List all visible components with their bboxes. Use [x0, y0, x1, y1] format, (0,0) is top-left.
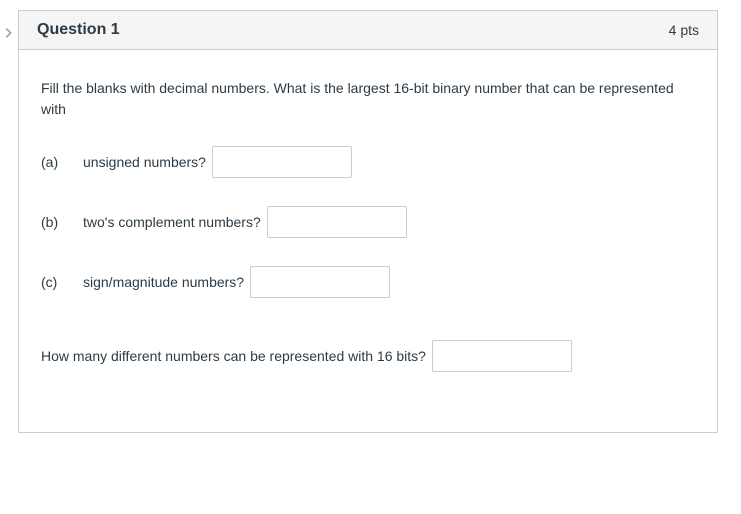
question-title: Question 1 [37, 21, 120, 39]
sub-question-a: (a) unsigned numbers? [41, 146, 695, 178]
question-points: 4 pts [669, 22, 699, 38]
question-prompt: Fill the blanks with decimal numbers. Wh… [41, 78, 695, 120]
sub-text: sign/magnitude numbers? [83, 272, 244, 293]
answer-input-b[interactable] [267, 206, 407, 238]
final-question: How many different numbers can be repres… [41, 340, 695, 372]
question-container: Question 1 4 pts Fill the blanks with de… [18, 10, 718, 433]
sub-label: (a) [41, 152, 83, 173]
answer-input-c[interactable] [250, 266, 390, 298]
sub-text: two's complement numbers? [83, 212, 261, 233]
collapse-icon[interactable] [1, 26, 15, 40]
question-body: Fill the blanks with decimal numbers. Wh… [19, 50, 717, 432]
answer-input-final[interactable] [432, 340, 572, 372]
sub-label: (b) [41, 212, 83, 233]
sub-label: (c) [41, 272, 83, 293]
sub-text: unsigned numbers? [83, 152, 206, 173]
answer-input-a[interactable] [212, 146, 352, 178]
question-header: Question 1 4 pts [19, 11, 717, 50]
final-question-text: How many different numbers can be repres… [41, 346, 426, 367]
sub-question-c: (c) sign/magnitude numbers? [41, 266, 695, 298]
sub-question-b: (b) two's complement numbers? [41, 206, 695, 238]
